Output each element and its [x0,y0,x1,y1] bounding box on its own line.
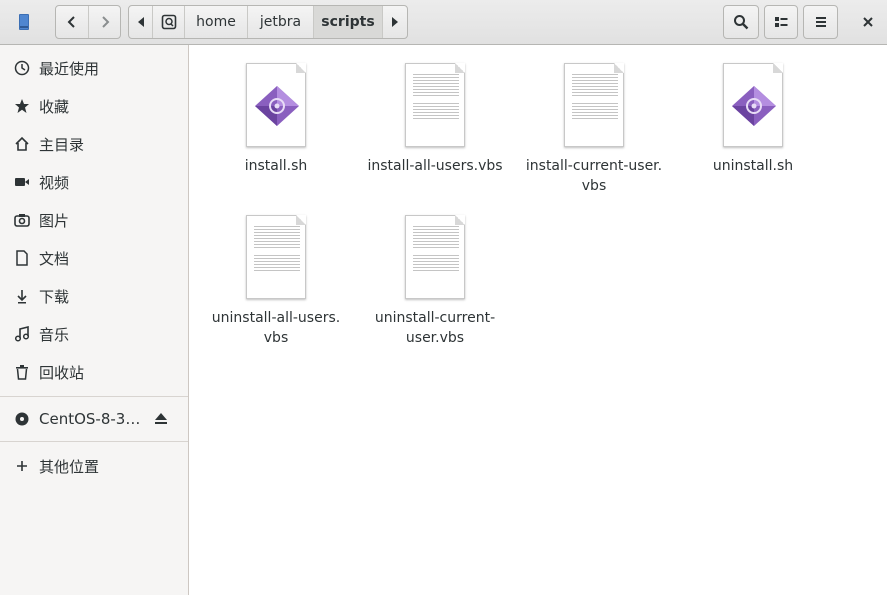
file-item[interactable]: install-all-users.vbs [365,63,505,176]
text-file-icon [246,215,306,299]
text-file-icon [405,63,465,147]
file-item[interactable]: uninstall-current- user.vbs [365,215,505,348]
sidebar-item-label: 最近使用 [39,59,100,78]
path-segment-home[interactable]: home [185,6,248,38]
sidebar-separator [0,441,188,442]
path-segment-jetbra[interactable]: jetbra [248,6,314,38]
sidebar-item-label: 下载 [39,287,70,306]
camera-icon [14,212,30,228]
script-file-icon [723,63,783,147]
trash-icon [14,364,30,380]
close-icon [863,17,873,27]
sidebar-item-trash[interactable]: 回收站 [0,354,188,390]
file-name: install.sh [244,158,308,174]
navigation-buttons [55,5,121,39]
file-name: uninstall-current- user.vbs [374,310,496,346]
chevron-right-icon [101,16,109,28]
search-icon [734,15,749,30]
back-button[interactable] [56,6,88,38]
sidebar-separator [0,396,188,397]
music-icon [14,326,30,342]
hamburger-menu-icon [815,17,826,27]
file-manager-window: home jetbra scripts 最近使用 收藏 主目录 视频 图片 文档… [0,0,887,595]
recent-icon [14,60,30,76]
file-name: uninstall-all-users. vbs [211,310,341,346]
document-icon [14,250,30,266]
file-item[interactable]: uninstall-all-users. vbs [206,215,346,348]
script-file-icon [246,63,306,147]
file-name: install-all-users.vbs [367,158,503,174]
sidebar-item-pictures[interactable]: 图片 [0,202,188,238]
sidebar-item-device[interactable]: CentOS-8-3… [0,401,188,437]
forward-button[interactable] [88,6,120,38]
sidebar-item-label: 视频 [39,173,70,192]
plus-icon [14,458,30,474]
sidebar-item-home[interactable]: 主目录 [0,126,188,162]
search-button[interactable] [723,5,759,39]
sidebar-item-other-locations[interactable]: 其他位置 [0,448,188,484]
sidebar-item-label: 其他位置 [39,457,100,476]
path-segment-scripts[interactable]: scripts [314,6,383,38]
sidebar-item-label: 音乐 [39,325,70,344]
sidebar-item-recent[interactable]: 最近使用 [0,50,188,86]
path-scroll-right-button[interactable] [383,6,407,38]
path-root-button[interactable] [153,6,185,38]
sidebar-item-label: 回收站 [39,363,85,382]
download-icon [14,288,30,304]
app-icon [14,12,34,32]
triangle-left-icon [137,17,144,27]
file-item[interactable]: install.sh [206,63,346,176]
view-toggle-button[interactable] [764,5,798,39]
file-item[interactable]: install-current-user. vbs [524,63,664,196]
file-item[interactable]: uninstall.sh [683,63,823,176]
file-name: install-current-user. vbs [525,158,663,194]
close-button[interactable] [852,5,884,39]
drive-icon [161,14,176,30]
video-icon [14,174,30,190]
chevron-left-icon [67,16,75,28]
sidebar-item-music[interactable]: 音乐 [0,316,188,352]
star-icon [14,98,30,114]
sidebar-item-label: 文档 [39,249,70,268]
eject-icon[interactable] [153,412,169,426]
sidebar: 最近使用 收藏 主目录 视频 图片 文档 下载 音乐 回收站 CentOS-8-… [0,45,189,595]
file-view: install.sh install-all-users.vbs install… [190,45,887,595]
sidebar-item-label: CentOS-8-3… [39,410,141,428]
text-file-icon [405,215,465,299]
file-name: uninstall.sh [712,158,794,174]
triangle-right-icon [392,17,398,27]
sidebar-item-label: 主目录 [39,135,85,154]
home-icon [14,136,30,152]
sidebar-item-downloads[interactable]: 下载 [0,278,188,314]
menu-button[interactable] [803,5,838,39]
list-view-icon [775,17,788,27]
sidebar-item-label: 图片 [39,211,70,230]
sidebar-item-documents[interactable]: 文档 [0,240,188,276]
path-scroll-left-button[interactable] [129,6,153,38]
sidebar-item-starred[interactable]: 收藏 [0,88,188,124]
sidebar-item-videos[interactable]: 视频 [0,164,188,200]
header-bar: home jetbra scripts [0,0,887,45]
text-file-icon [564,63,624,147]
disc-icon [14,411,30,427]
sidebar-item-label: 收藏 [39,97,70,116]
path-bar: home jetbra scripts [128,5,408,39]
